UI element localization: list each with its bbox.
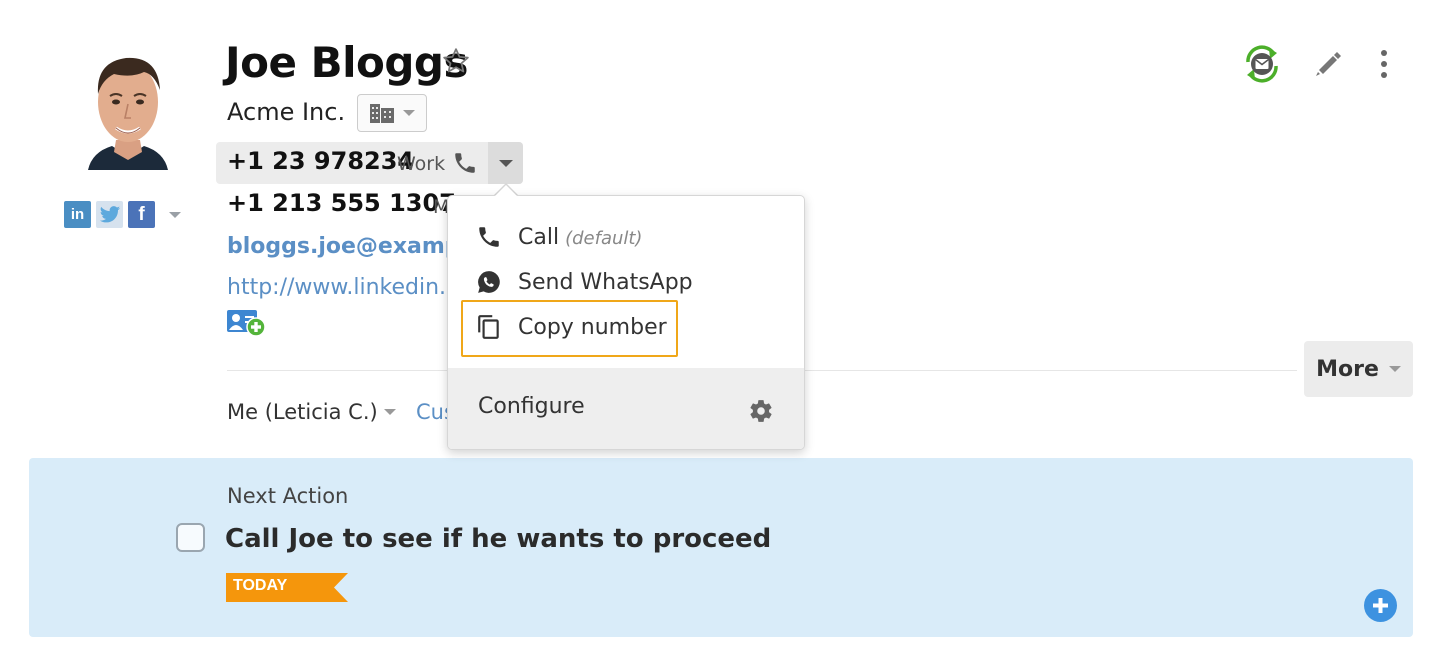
email-sync-icon[interactable] bbox=[1240, 42, 1284, 86]
add-action-button[interactable] bbox=[1364, 589, 1397, 622]
default-note: (default) bbox=[565, 227, 643, 249]
menu-item-send-whatsapp[interactable]: Send WhatsApp bbox=[448, 260, 804, 304]
whatsapp-icon bbox=[478, 271, 500, 293]
menu-pointer-fill bbox=[494, 185, 518, 197]
configure-label[interactable]: Configure bbox=[478, 394, 585, 419]
linkedin-icon[interactable]: in bbox=[64, 201, 91, 228]
owner-selector[interactable]: Me (Leticia C.) bbox=[227, 400, 396, 424]
phone-icon bbox=[479, 227, 499, 247]
copy-number-focus-ring bbox=[461, 300, 678, 357]
more-options-kebab-icon[interactable] bbox=[1374, 48, 1394, 80]
company-name[interactable]: Acme Inc. bbox=[227, 98, 345, 126]
plus-icon bbox=[1373, 598, 1388, 613]
phone-icon[interactable] bbox=[452, 150, 478, 176]
chevron-down-icon bbox=[1388, 366, 1401, 372]
gear-icon[interactable] bbox=[748, 398, 774, 424]
facebook-icon[interactable]: f bbox=[128, 201, 155, 228]
menu-footer[interactable]: Configure bbox=[448, 368, 804, 449]
menu-item-call[interactable]: Call (default) bbox=[448, 215, 804, 259]
social-links: in f bbox=[64, 201, 181, 228]
chevron-down-icon bbox=[383, 409, 396, 415]
due-date-label: TODAY bbox=[233, 577, 288, 594]
phone-number-work[interactable]: +1 23 978234 bbox=[227, 147, 414, 175]
twitter-icon[interactable] bbox=[96, 201, 123, 228]
more-button[interactable]: More bbox=[1304, 341, 1413, 397]
phone-type-label: Work bbox=[397, 153, 446, 175]
more-button-label: More bbox=[1316, 356, 1379, 382]
menu-item-label: Call (default) bbox=[518, 224, 643, 250]
star-icon[interactable] bbox=[441, 46, 471, 76]
task-complete-checkbox[interactable] bbox=[176, 523, 205, 552]
chevron-down-icon bbox=[403, 110, 415, 116]
owner-label: Me (Leticia C.) bbox=[227, 400, 378, 424]
chevron-down-icon bbox=[498, 159, 513, 167]
phone-number-mobile[interactable]: +1 213 555 1307 bbox=[227, 189, 456, 217]
add-contact-card-icon[interactable] bbox=[226, 308, 268, 338]
company-menu-button[interactable] bbox=[357, 94, 427, 132]
website-link[interactable]: http://www.linkedin.c bbox=[227, 275, 458, 300]
email-link[interactable]: bloggs.joe@exampl bbox=[227, 234, 468, 259]
phone-options-dropdown-button[interactable] bbox=[488, 142, 523, 184]
building-icon bbox=[370, 104, 394, 123]
contact-name: Joe Bloggs bbox=[225, 38, 468, 87]
edit-icon[interactable] bbox=[1312, 48, 1344, 80]
task-title[interactable]: Call Joe to see if he wants to proceed bbox=[225, 524, 771, 554]
social-dropdown-caret-icon[interactable] bbox=[169, 211, 181, 218]
menu-item-label: Send WhatsApp bbox=[518, 269, 693, 295]
next-action-heading: Next Action bbox=[227, 484, 349, 508]
contact-avatar bbox=[78, 44, 178, 174]
